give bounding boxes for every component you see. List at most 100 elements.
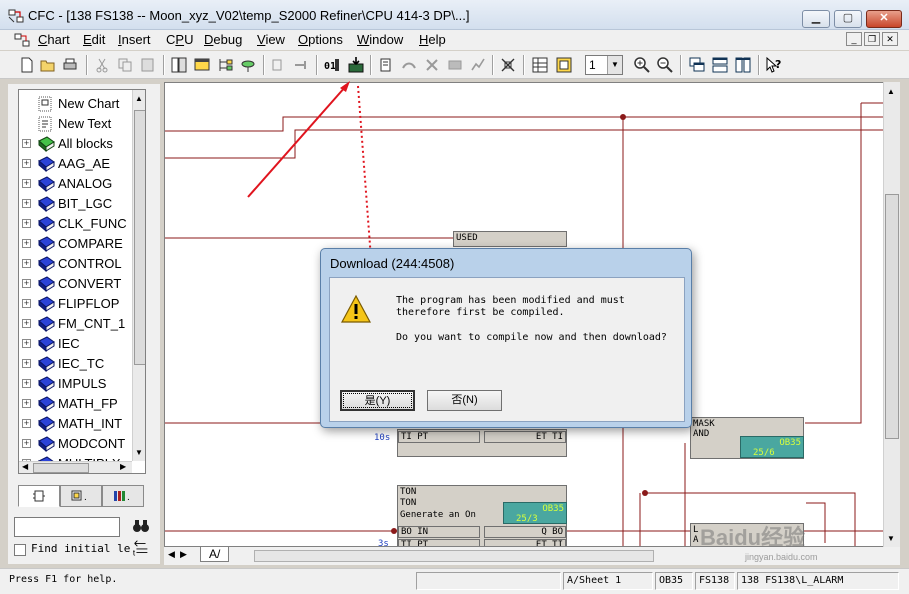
zoom-out-icon[interactable] (656, 56, 674, 74)
tree-item[interactable]: New Text (19, 114, 131, 134)
open-icon[interactable] (39, 56, 57, 74)
sheet-icon[interactable] (555, 56, 573, 74)
used-block[interactable]: USED (453, 231, 567, 247)
scroll-right-arrow[interactable]: ▶ (120, 462, 126, 471)
menu-help[interactable]: Help (419, 32, 446, 47)
pin-pt[interactable]: TI PT (398, 539, 480, 546)
maximize-button[interactable]: ▢ (834, 10, 862, 28)
help-cursor-icon[interactable]: ? (765, 56, 783, 74)
overview-icon[interactable] (193, 56, 211, 74)
scroll-up-arrow[interactable]: ▲ (135, 94, 143, 103)
tree-item[interactable]: + BIT_LGC (19, 194, 131, 214)
tree-item[interactable]: + FM_CNT_1 (19, 314, 131, 334)
sheet-tab-a[interactable]: A/ (200, 547, 230, 562)
upper-timer-block[interactable]: TI PT ET TI (397, 429, 567, 457)
paste-icon[interactable] (139, 56, 157, 74)
pin-icon[interactable] (293, 56, 311, 74)
tree-item[interactable]: + IMPULS (19, 374, 131, 394)
pin-in[interactable]: BO IN (398, 526, 480, 538)
compile-icon[interactable]: 01 (323, 56, 341, 74)
pin-et[interactable]: ET TI (484, 539, 566, 546)
test-icon[interactable] (400, 56, 418, 74)
tree-horizontal-scrollbar[interactable]: ◀ ▶ (19, 461, 132, 473)
chart-doc-icon[interactable] (14, 33, 30, 47)
menu-debug[interactable]: Debug (204, 32, 242, 47)
scrollbar-thumb[interactable] (885, 194, 899, 439)
mdi-restore-button[interactable]: ❐ (864, 32, 880, 46)
catalog-icon[interactable] (170, 56, 188, 74)
tree-item[interactable]: + MATH_INT (19, 414, 131, 434)
tree-item[interactable]: + IEC_TC (19, 354, 131, 374)
menu-options[interactable]: Options (298, 32, 343, 47)
expand-icon[interactable]: + (22, 299, 31, 308)
find-binoculars-icon[interactable] (130, 515, 152, 537)
trend-icon[interactable] (469, 56, 487, 74)
tree-item[interactable]: + IEC (19, 334, 131, 354)
connect-icon[interactable] (270, 56, 288, 74)
scroll-down-arrow[interactable]: ▼ (887, 534, 895, 543)
scrollbar-thumb[interactable] (33, 463, 89, 473)
tree-vertical-scrollbar[interactable]: ▲ ▼ (132, 90, 145, 461)
expand-icon[interactable]: + (22, 219, 31, 228)
expand-icon[interactable]: + (22, 319, 31, 328)
chevron-down-icon[interactable]: ▼ (607, 56, 622, 74)
scrollbar-thumb[interactable] (134, 110, 145, 365)
tree-item[interactable]: New Chart (19, 94, 131, 114)
no-button[interactable]: 否(N) (427, 390, 502, 411)
tree-item[interactable]: + CONVERT (19, 274, 131, 294)
tree-item[interactable]: + COMPARE (19, 234, 131, 254)
canvas-vertical-scrollbar[interactable]: ▲ ▼ (883, 82, 900, 547)
tree-item[interactable]: + CONTROL (19, 254, 131, 274)
expand-icon[interactable]: + (22, 339, 31, 348)
mask-block[interactable]: MASK AND OB35 25/6 (690, 417, 804, 459)
expand-icon[interactable]: + (22, 239, 31, 248)
copy-icon[interactable] (116, 56, 134, 74)
mdi-close-button[interactable]: ✕ (882, 32, 898, 46)
mdi-minimize-button[interactable]: _ (846, 32, 862, 46)
menu-window[interactable]: Window (357, 32, 403, 47)
new-icon[interactable] (18, 56, 36, 74)
tab-libraries[interactable]: . (102, 485, 144, 507)
find-input[interactable] (14, 517, 120, 537)
expand-icon[interactable]: + (22, 279, 31, 288)
menu-view[interactable]: View (257, 32, 285, 47)
tree-item[interactable]: + ANALOG (19, 174, 131, 194)
expand-icon[interactable]: + (22, 199, 31, 208)
tree-item[interactable]: + CLK_FUNC (19, 214, 131, 234)
menu-edit[interactable]: Edit (83, 32, 105, 47)
tree-item[interactable]: + All blocks (19, 134, 131, 154)
expand-icon[interactable]: + (22, 399, 31, 408)
watch-icon[interactable] (423, 56, 441, 74)
expand-icon[interactable]: + (22, 259, 31, 268)
scroll-left-arrow[interactable]: ◀ (22, 462, 28, 471)
sheet-zoom-select[interactable]: 1 ▼ (585, 55, 623, 75)
menu-insert[interactable]: Insert (118, 32, 151, 47)
pin-q[interactable]: Q BO (484, 526, 566, 538)
sheet-first-icon[interactable]: ◀ (168, 549, 175, 560)
sheet-last-icon[interactable]: ▶ (180, 549, 187, 560)
monitor-icon[interactable] (377, 56, 395, 74)
print-icon[interactable] (61, 56, 79, 74)
scroll-down-arrow[interactable]: ▼ (135, 448, 143, 457)
tile-horizontal-icon[interactable] (711, 56, 729, 74)
expand-icon[interactable]: + (22, 159, 31, 168)
menu-chart[interactable]: Chart (38, 32, 70, 47)
expand-icon[interactable]: + (22, 379, 31, 388)
tab-blocks[interactable] (18, 485, 60, 507)
find-initial-checkbox[interactable] (14, 544, 26, 556)
expand-icon[interactable]: + (22, 139, 31, 148)
canvas-horizontal-scrollbar[interactable] (254, 550, 654, 562)
ton-block[interactable]: TON TON Generate an On OB35 25/3 BO IN Q… (397, 485, 567, 546)
close-button[interactable]: ✕ (866, 10, 902, 28)
expand-icon[interactable]: + (22, 359, 31, 368)
pin-et[interactable]: ET TI (484, 431, 566, 443)
cut-icon[interactable] (93, 56, 111, 74)
download-icon[interactable] (347, 56, 365, 74)
tab-charts[interactable]: . (60, 485, 102, 507)
tree-item[interactable]: + MODCONT (19, 434, 131, 454)
structure-icon[interactable] (216, 56, 234, 74)
expand-icon[interactable]: + (22, 439, 31, 448)
table-icon[interactable] (531, 56, 549, 74)
stop-icon[interactable] (446, 56, 464, 74)
expand-icon[interactable]: + (22, 179, 31, 188)
